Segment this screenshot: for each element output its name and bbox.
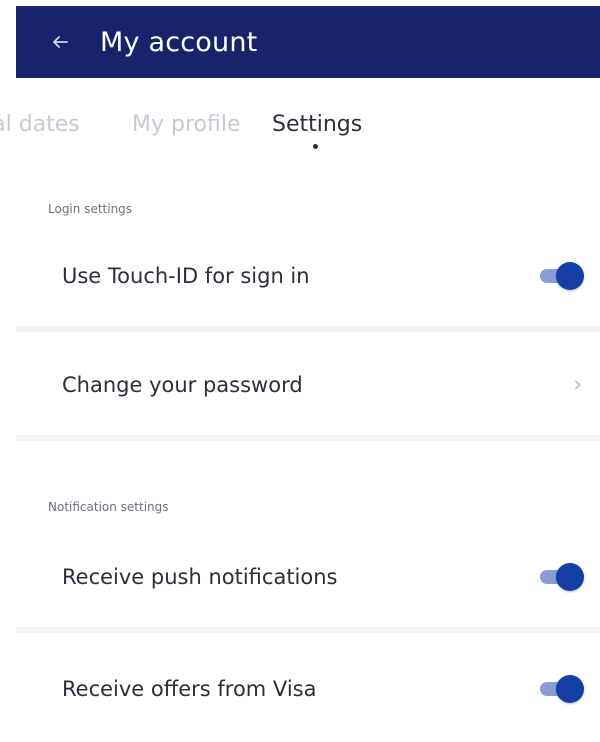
tab-bar: ial dates My profile Settings bbox=[0, 100, 600, 160]
touch-id-toggle[interactable] bbox=[536, 262, 584, 290]
row-offers-visa[interactable]: Receive offers from Visa bbox=[16, 636, 600, 742]
row-label: Change your password bbox=[62, 373, 303, 397]
section-label-notifications: Notification settings bbox=[48, 500, 169, 514]
active-tab-indicator bbox=[313, 144, 318, 149]
push-notifications-toggle[interactable] bbox=[536, 563, 584, 591]
toggle-knob bbox=[556, 262, 584, 290]
row-label: Use Touch-ID for sign in bbox=[62, 264, 310, 288]
row-change-password[interactable]: Change your password › bbox=[16, 335, 600, 441]
row-label: Receive offers from Visa bbox=[62, 677, 317, 701]
back-arrow-icon[interactable] bbox=[46, 28, 74, 56]
row-touch-id[interactable]: Use Touch-ID for sign in bbox=[16, 226, 600, 332]
chevron-right-icon: › bbox=[573, 372, 582, 398]
tab-my-profile[interactable]: My profile bbox=[132, 112, 241, 137]
section-label-login: Login settings bbox=[48, 202, 133, 216]
page-title: My account bbox=[100, 26, 258, 58]
offers-visa-toggle[interactable] bbox=[536, 675, 584, 703]
row-push-notifications[interactable]: Receive push notifications bbox=[16, 527, 600, 633]
app-bar: My account bbox=[16, 6, 600, 78]
tab-settings[interactable]: Settings bbox=[272, 112, 362, 137]
row-label: Receive push notifications bbox=[62, 565, 338, 589]
toggle-knob bbox=[556, 675, 584, 703]
toggle-knob bbox=[556, 563, 584, 591]
tab-special-dates[interactable]: ial dates bbox=[0, 112, 80, 137]
